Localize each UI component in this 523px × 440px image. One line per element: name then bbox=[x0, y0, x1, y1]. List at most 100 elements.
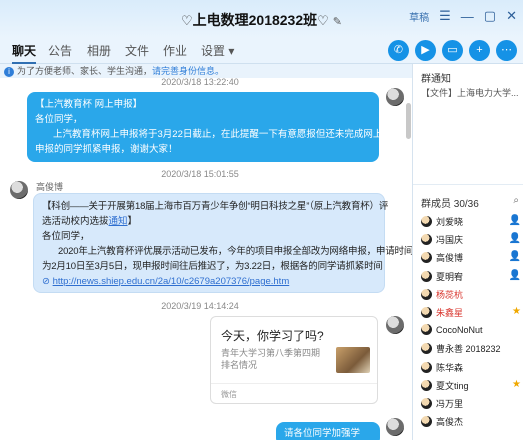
member-name: 朱鑫星 bbox=[436, 308, 464, 318]
avatar[interactable] bbox=[386, 418, 404, 436]
announcement-title: 群通知 bbox=[421, 74, 451, 85]
announcement-text[interactable]: 【文件】上海电力大学... bbox=[421, 86, 521, 99]
add-icon[interactable]: + bbox=[469, 40, 490, 61]
message-text: 各位同学， bbox=[35, 114, 83, 125]
member-name: 夏明宥 bbox=[436, 271, 464, 282]
more-icon[interactable]: ⋯ bbox=[496, 40, 517, 61]
message-bubble-1[interactable]: 【上汽教育杯 网上申报】 各位同学， 上汽教育杯网上申报将于3月22日截止，在此… bbox=[27, 92, 402, 162]
message-text: 】 bbox=[127, 216, 138, 227]
member-item[interactable]: 杨蕊杭 bbox=[421, 288, 521, 304]
sender-name: 高俊博 bbox=[36, 182, 64, 192]
mode-label[interactable]: 草稿 bbox=[409, 9, 429, 24]
member-avatar bbox=[421, 252, 432, 264]
search-icon[interactable]: ⌕ bbox=[513, 195, 519, 206]
member-item[interactable]: CocoNoNut bbox=[421, 324, 521, 340]
notice-link[interactable]: 请完善身份信息。 bbox=[152, 66, 224, 76]
minimize-button[interactable]: — bbox=[461, 9, 474, 24]
tab-settings-label: 设置 bbox=[201, 44, 226, 58]
message-text: 为2月10日至3月5日，现申报时间往后推迟了，为3.22日，根据各的同学请抓紧时… bbox=[42, 261, 383, 272]
member-name: 高俊杰 bbox=[436, 417, 464, 428]
message-bubble-4[interactable]: 请各位同学加强学习! bbox=[276, 422, 380, 440]
timestamp: 2020/3/19 14:14:24 bbox=[161, 301, 239, 311]
member-item[interactable]: 高俊杰 bbox=[421, 415, 521, 431]
member-name: 冯万里 bbox=[436, 399, 464, 409]
tab-bar: 聊天 公告 相册 文件 作业 设置 ▾ ✆ ▶ ▭ + ⋯ bbox=[0, 38, 523, 64]
admin-icon: 👤 bbox=[508, 269, 521, 281]
timestamp: 2020/3/18 15:01:55 bbox=[161, 169, 239, 179]
admin-icon: 👤 bbox=[508, 233, 521, 245]
divider bbox=[413, 184, 523, 185]
member-avatar bbox=[421, 416, 432, 428]
member-avatar bbox=[421, 398, 432, 409]
heart-icon: ♡ bbox=[180, 13, 193, 28]
member-name: 陈华森 bbox=[436, 362, 464, 373]
maximize-button[interactable]: ▢ bbox=[484, 8, 496, 24]
member-item[interactable]: 高俊博 👤 bbox=[421, 251, 521, 267]
chat-area[interactable]: 2020/3/18 13:22:40 【上汽教育杯 网上申报】 各位同学， 上汽… bbox=[0, 78, 412, 440]
message-text: 【科创——关于开展第18届上海市百万青少年争创“明日科技之星”（原上汽教育杯）评 bbox=[42, 201, 389, 212]
menu-icon[interactable]: ☰ bbox=[439, 8, 451, 24]
card-divider bbox=[211, 383, 377, 384]
notice-text: 为了方便老师、家长、学生沟通， bbox=[17, 66, 153, 76]
link-row: ⊘ http://news.shiep.edu.cn/2a/10/c2679a2… bbox=[42, 274, 376, 289]
member-avatar bbox=[421, 361, 432, 373]
phone-icon[interactable]: ✆ bbox=[388, 40, 409, 61]
url-link[interactable]: http://news.shiep.edu.cn/2a/10/c2679a207… bbox=[53, 276, 290, 287]
member-item[interactable]: 刘爱晓 👤 bbox=[421, 215, 521, 231]
admin-icon: 👤 bbox=[508, 251, 521, 263]
tab-files[interactable]: 文件 bbox=[125, 42, 149, 59]
member-avatar bbox=[421, 307, 432, 318]
star-icon: ★ bbox=[512, 306, 521, 317]
message-text: 【上汽教育杯 网上申报】 bbox=[35, 99, 143, 110]
member-item[interactable]: 夏文ting ★ bbox=[421, 379, 521, 395]
message-text: 上汽教育杯网上申报将于3月22日截止，在此提醒一下有意愿报但还未完成网上系统 bbox=[53, 129, 402, 140]
avatar[interactable] bbox=[10, 181, 28, 199]
title-bar: ♡上电数理2018232班♡ ✎ 草稿 ☰ — ▢ ✕ bbox=[0, 0, 523, 38]
card-source: 微信 bbox=[221, 390, 237, 399]
scrollbar-thumb[interactable] bbox=[406, 103, 411, 139]
member-avatar bbox=[421, 270, 432, 282]
message-text: 申报的同学抓紧申报，谢谢大家！ bbox=[35, 144, 178, 155]
member-item[interactable]: 曹永善 2018232 bbox=[421, 342, 521, 358]
member-item[interactable]: 冯万里 bbox=[421, 397, 521, 413]
video-call-icon[interactable]: ▶ bbox=[415, 40, 436, 61]
message-bubble-2[interactable]: 【科创——关于开展第18届上海市百万青少年争创“明日科技之星”（原上汽教育杯）评… bbox=[33, 193, 412, 293]
member-name: 曹永善 2018232 bbox=[436, 344, 501, 355]
message-text: 2020年上汽教育杯评优展示活动已发布，今年的项目申报全部改为网络申报，申请时间 bbox=[58, 246, 412, 257]
close-button[interactable]: ✕ bbox=[506, 8, 517, 24]
side-panel: 群通知 【文件】上海电力大学... 群成员 30/36 ⌕ 刘爱晓 👤 冯国庆 👤 高俊… bbox=[413, 64, 523, 440]
tab-homework[interactable]: 作业 bbox=[163, 42, 187, 59]
member-name: 高俊博 bbox=[436, 253, 464, 264]
message-text: 请各位同学加强学习! bbox=[284, 428, 361, 439]
tab-announcements[interactable]: 公告 bbox=[48, 42, 72, 59]
member-item[interactable]: 冯国庆 👤 bbox=[421, 233, 521, 249]
heart-icon-right: ♡ bbox=[317, 13, 329, 28]
avatar[interactable] bbox=[386, 316, 404, 334]
message-text-line2: 选活动校内选拔通知】 bbox=[42, 214, 376, 229]
timestamp: 2020/3/18 13:22:40 bbox=[161, 78, 239, 87]
screen-share-icon[interactable]: ▭ bbox=[442, 40, 463, 61]
member-item[interactable]: 陈华森 bbox=[421, 361, 521, 377]
tab-settings[interactable]: 设置 ▾ bbox=[201, 42, 234, 59]
edit-name-icon[interactable]: ✎ bbox=[333, 16, 342, 28]
member-tools: ⌕ bbox=[513, 195, 519, 206]
window-controls: 草稿 ☰ — ▢ ✕ bbox=[409, 8, 517, 24]
admin-icon: 👤 bbox=[508, 215, 521, 226]
member-name: 冯国庆 bbox=[436, 235, 464, 246]
member-name: CocoNoNut bbox=[436, 325, 483, 336]
member-item[interactable]: 朱鑫星 ★ bbox=[421, 306, 521, 322]
member-avatar bbox=[421, 324, 432, 336]
card-description: 青年大学习第八季第四期排名情况 bbox=[221, 348, 321, 370]
message-text: 各位同学， bbox=[42, 231, 90, 242]
notice-link[interactable]: 通知 bbox=[109, 216, 128, 227]
avatar[interactable] bbox=[386, 88, 404, 106]
tab-chat[interactable]: 聊天 bbox=[12, 42, 37, 64]
member-item[interactable]: 夏明宥 👤 bbox=[421, 270, 521, 286]
share-card[interactable]: 今天，你学习了吗? 青年大学习第八季第四期排名情况 微信 bbox=[210, 316, 378, 404]
member-avatar bbox=[421, 234, 432, 246]
member-avatar bbox=[421, 288, 432, 300]
info-icon: i bbox=[4, 67, 14, 77]
tab-album[interactable]: 相册 bbox=[87, 42, 111, 59]
member-name: 刘爱晓 bbox=[436, 217, 464, 227]
member-avatar bbox=[421, 343, 432, 355]
